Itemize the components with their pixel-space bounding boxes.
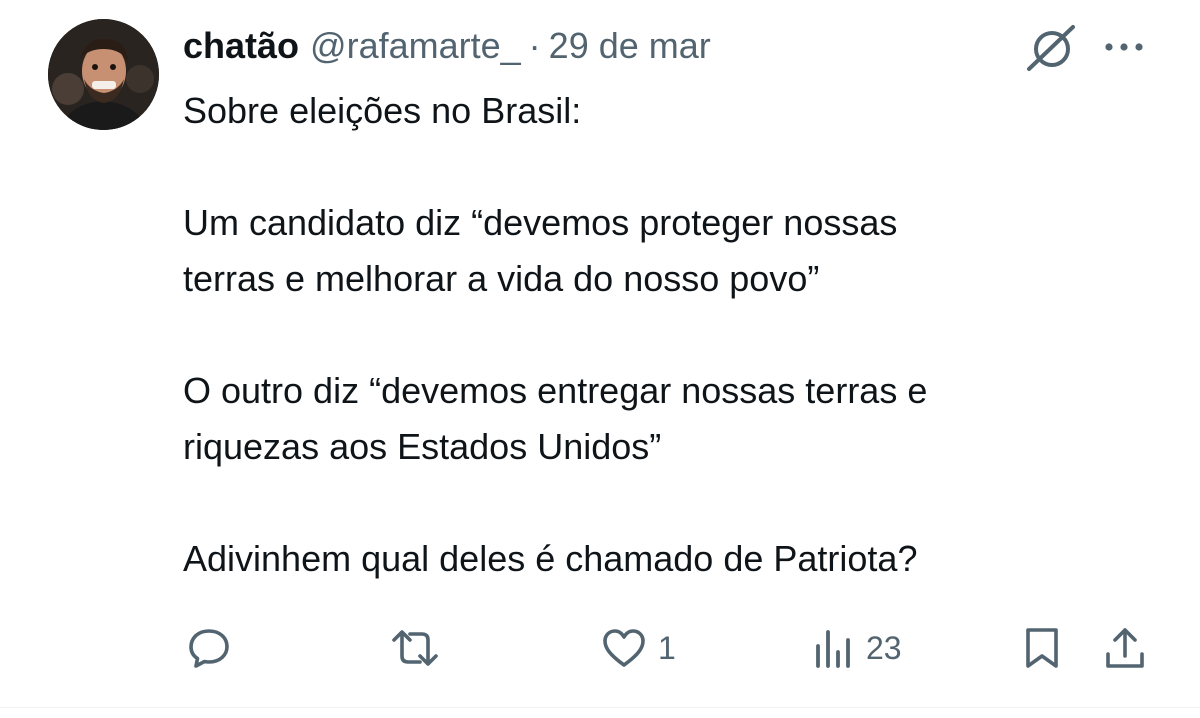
like-button[interactable]: 1 <box>600 620 676 676</box>
avatar-image <box>48 19 159 130</box>
display-name[interactable]: chatão <box>183 22 299 70</box>
tweet-header: chatão @rafamarte_ · 29 de mar <box>183 22 711 72</box>
header-separator: · <box>528 25 541 66</box>
tweet-line-blank <box>183 139 1143 195</box>
bookmark-button[interactable] <box>1022 620 1062 676</box>
tweet-line: O outro diz “devemos entregar nossas ter… <box>183 370 928 411</box>
tweet-line: terras e melhorar a vida do nosso povo” <box>183 258 820 299</box>
tweet-date[interactable]: 29 de mar <box>549 22 711 70</box>
share-icon <box>1106 628 1144 668</box>
tweet-text: Sobre eleições no Brasil: Um candidato d… <box>183 83 1143 587</box>
tweet-line: Adivinhem qual deles é chamado de Patrio… <box>183 538 918 579</box>
views-button[interactable]: 23 <box>812 620 902 676</box>
tweet-line-blank <box>183 475 1143 531</box>
tweet-line: Um candidato diz “devemos proteger nossa… <box>183 202 898 243</box>
views-count: 23 <box>866 629 902 666</box>
divider <box>0 707 1200 708</box>
action-bar: 1 23 <box>0 620 1200 676</box>
like-count: 1 <box>658 629 676 666</box>
tweet-line-blank <box>183 307 1143 363</box>
heart-icon <box>603 629 645 667</box>
retweet-icon <box>392 630 438 666</box>
reply-icon <box>189 629 229 668</box>
reply-button[interactable] <box>185 620 233 676</box>
bookmark-icon <box>1026 628 1058 668</box>
views-icon <box>816 630 850 668</box>
grok-icon[interactable] <box>1023 22 1079 74</box>
share-button[interactable] <box>1102 620 1148 676</box>
retweet-button[interactable] <box>388 620 452 676</box>
avatar[interactable] <box>48 19 159 130</box>
more-icon[interactable] <box>1100 32 1148 62</box>
user-handle[interactable]: @rafamarte_ <box>310 22 521 70</box>
tweet[interactable]: chatão @rafamarte_ · 29 de mar Sobre ele… <box>0 0 1200 708</box>
tweet-line: Sobre eleições no Brasil: <box>183 90 582 131</box>
tweet-line: riquezas aos Estados Unidos” <box>183 426 662 467</box>
